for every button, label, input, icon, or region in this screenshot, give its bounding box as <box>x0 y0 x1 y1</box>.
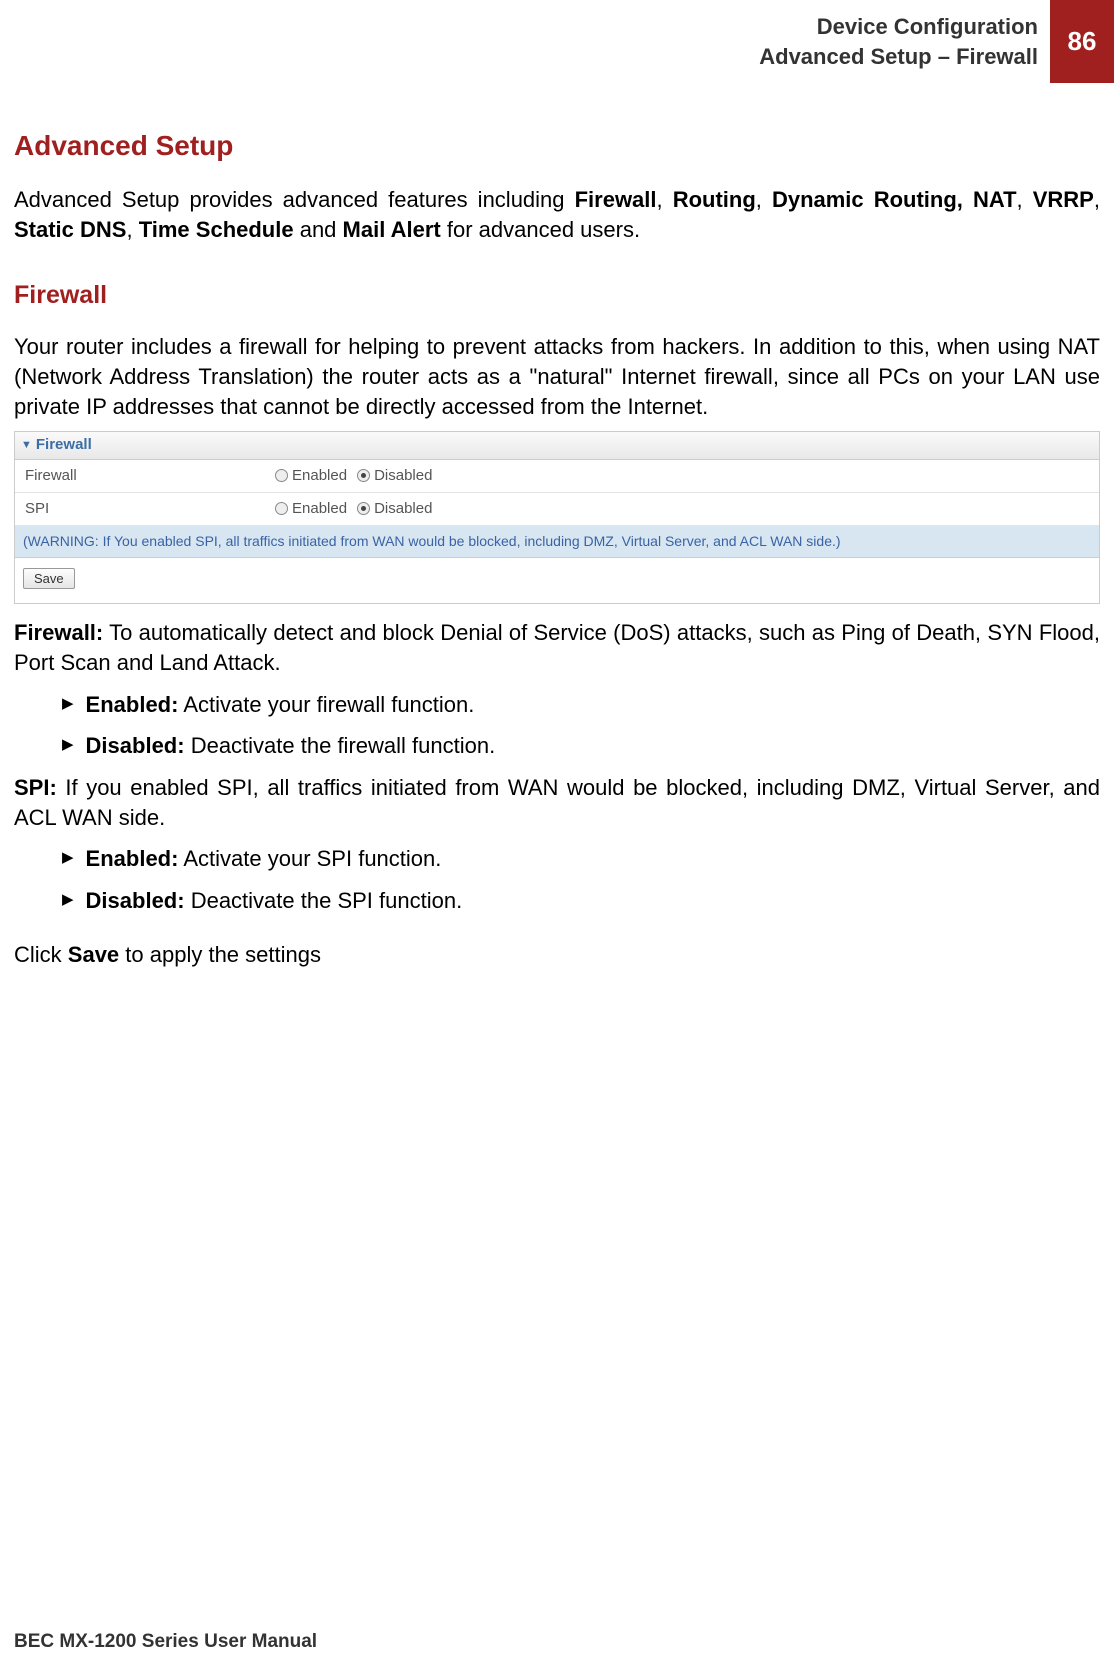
radio-icon <box>357 469 370 482</box>
footer-manual-title: BEC MX-1200 Series User Manual <box>14 1629 317 1655</box>
firewall-option-description: Firewall: To automatically detect and bl… <box>14 618 1100 677</box>
header-line1: Device Configuration <box>759 12 1038 42</box>
firewall-row: Firewall Enabled Disabled <box>15 460 1099 493</box>
spi-enabled-radio[interactable]: Enabled <box>275 499 347 519</box>
spi-bullets: ▶ Enabled: Activate your SPI function. ▶… <box>62 844 1100 915</box>
spi-row: SPI Enabled Disabled <box>15 493 1099 526</box>
content: Advanced Setup Advanced Setup provides a… <box>0 83 1114 969</box>
firewall-enabled-radio[interactable]: Enabled <box>275 466 347 486</box>
firewall-disabled-radio[interactable]: Disabled <box>357 466 432 486</box>
collapse-arrow-icon: ▼ <box>21 438 32 453</box>
header-line2: Advanced Setup – Firewall <box>759 42 1038 72</box>
spi-disabled-radio[interactable]: Disabled <box>357 499 432 519</box>
firewall-label: Firewall <box>15 460 275 492</box>
panel-title: Firewall <box>36 435 92 455</box>
triangle-bullet-icon: ▶ <box>62 844 74 872</box>
bullet-firewall-disabled: ▶ Disabled: Deactivate the firewall func… <box>62 731 1100 761</box>
bullet-spi-disabled: ▶ Disabled: Deactivate the SPI function. <box>62 886 1100 916</box>
header-title-block: Device Configuration Advanced Setup – Fi… <box>759 0 1050 83</box>
spi-warning: (WARNING: If You enabled SPI, all traffi… <box>15 526 1099 558</box>
page-number: 86 <box>1050 0 1114 83</box>
intro-paragraph: Advanced Setup provides advanced feature… <box>14 185 1100 244</box>
section-heading-advanced-setup: Advanced Setup <box>14 127 1100 165</box>
section-heading-firewall: Firewall <box>14 279 1100 313</box>
bullet-spi-enabled: ▶ Enabled: Activate your SPI function. <box>62 844 1100 874</box>
firewall-settings-panel: ▼ Firewall Firewall Enabled Disabled SPI <box>14 431 1100 604</box>
triangle-bullet-icon: ▶ <box>62 690 74 718</box>
bullet-firewall-enabled: ▶ Enabled: Activate your firewall functi… <box>62 690 1100 720</box>
spi-controls: Enabled Disabled <box>275 495 432 523</box>
firewall-controls: Enabled Disabled <box>275 462 432 490</box>
triangle-bullet-icon: ▶ <box>62 731 74 759</box>
save-row: Save <box>15 558 1099 603</box>
save-note: Click Save to apply the settings <box>14 940 1100 970</box>
triangle-bullet-icon: ▶ <box>62 886 74 914</box>
panel-header[interactable]: ▼ Firewall <box>15 432 1099 459</box>
radio-icon <box>275 469 288 482</box>
radio-icon <box>357 502 370 515</box>
firewall-intro-paragraph: Your router includes a firewall for help… <box>14 332 1100 421</box>
spi-option-description: SPI: If you enabled SPI, all traffics in… <box>14 773 1100 832</box>
radio-icon <box>275 502 288 515</box>
save-button[interactable]: Save <box>23 568 75 589</box>
page-header: Device Configuration Advanced Setup – Fi… <box>0 0 1114 83</box>
firewall-bullets: ▶ Enabled: Activate your firewall functi… <box>62 690 1100 761</box>
spi-label: SPI <box>15 493 275 525</box>
